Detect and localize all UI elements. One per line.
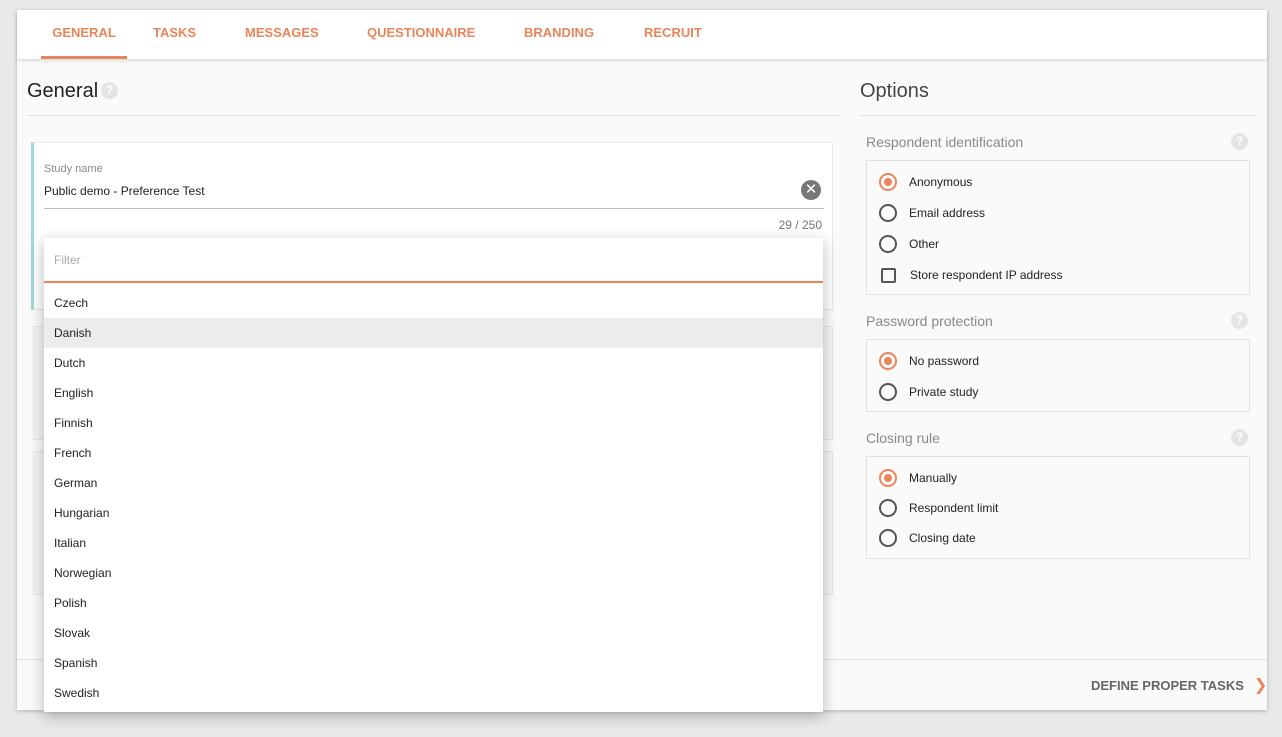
radio-unselected-icon (879, 383, 897, 401)
language-option[interactable]: Danish (44, 318, 823, 348)
radio-selected-icon (879, 352, 897, 370)
radio-private-study[interactable]: Private study (879, 382, 978, 402)
next-button-label: DEFINE PROPER TASKS (1091, 677, 1244, 693)
radio-closing-date[interactable]: Closing date (879, 528, 976, 548)
radio-selected-icon (879, 173, 897, 191)
radio-email-address[interactable]: Email address (879, 203, 985, 223)
radio-no-password[interactable]: No password (879, 351, 979, 371)
language-option[interactable]: Norwegian (44, 558, 823, 588)
radio-label: Other (909, 237, 940, 251)
language-option[interactable]: French (44, 438, 823, 468)
checkbox-label: Store respondent IP address (910, 268, 1063, 282)
study-name-counter: 29 / 250 (778, 218, 822, 232)
radio-respondent-limit[interactable]: Respondent limit (879, 498, 998, 518)
language-option[interactable]: Slovak (44, 618, 823, 648)
chevron-right-icon: ❯ (1253, 677, 1268, 694)
closing-rule-group: Manually Respondent limit Closing date (866, 456, 1250, 559)
language-option[interactable]: Italian (44, 528, 823, 558)
options-divider (860, 115, 1256, 116)
store-ip-checkbox[interactable]: Store respondent IP address (879, 265, 1063, 285)
password-protection-label: Password protection (866, 313, 993, 329)
radio-unselected-icon (879, 499, 897, 517)
tab-recruit[interactable]: RECRUIT (644, 10, 702, 59)
study-name-underline (44, 208, 824, 209)
language-option[interactable]: English (44, 378, 823, 408)
tab-branding[interactable]: BRANDING (524, 10, 594, 59)
radio-label: Private study (909, 385, 979, 399)
checkbox-unchecked-icon (881, 267, 896, 283)
help-icon[interactable]: ? (1231, 312, 1248, 329)
language-option[interactable]: Swedish (44, 678, 823, 708)
closing-rule-label: Closing rule (866, 430, 940, 446)
respondent-identification-group: Anonymous Email address Other Store resp… (866, 160, 1250, 295)
close-circle-icon[interactable]: ✕ (801, 180, 821, 200)
tab-messages[interactable]: MESSAGES (245, 10, 319, 59)
radio-anonymous[interactable]: Anonymous (879, 172, 972, 192)
respondent-identification-label: Respondent identification (866, 134, 1024, 150)
radio-other[interactable]: Other (879, 234, 939, 254)
tab-tasks[interactable]: TASKS (153, 10, 196, 59)
radio-selected-icon (879, 469, 897, 487)
define-proper-tasks-button[interactable]: DEFINE PROPER TASKS ❯ (1091, 674, 1267, 696)
radio-label: No password (909, 354, 980, 368)
tab-questionnaire[interactable]: QUESTIONNAIRE (367, 10, 475, 59)
radio-unselected-icon (879, 235, 897, 253)
radio-unselected-icon (879, 204, 897, 222)
language-option[interactable]: Dutch (44, 348, 823, 378)
password-protection-group: No password Private study (866, 339, 1250, 412)
general-divider (27, 115, 839, 116)
help-icon[interactable]: ? (1231, 133, 1248, 150)
language-option[interactable]: Hungarian (44, 498, 823, 528)
radio-label: Respondent limit (909, 501, 999, 515)
tab-general[interactable]: GENERAL (41, 10, 127, 59)
language-option[interactable]: German (44, 468, 823, 498)
radio-manually[interactable]: Manually (879, 468, 957, 488)
radio-label: Closing date (909, 531, 976, 545)
study-settings-card: GENERAL TASKS MESSAGES QUESTIONNAIRE BRA… (17, 10, 1267, 712)
tab-bar: GENERAL TASKS MESSAGES QUESTIONNAIRE BRA… (17, 10, 1267, 59)
language-option[interactable]: Czech (44, 288, 823, 318)
radio-unselected-icon (879, 529, 897, 547)
language-option[interactable]: Finnish (44, 408, 823, 438)
study-name-label: Study name (44, 163, 103, 175)
radio-label: Email address (909, 206, 986, 220)
help-icon[interactable]: ? (1231, 429, 1248, 446)
radio-label: Manually (909, 471, 958, 485)
language-list: Czech Danish Dutch English Finnish Frenc… (44, 288, 823, 708)
general-title: General (27, 80, 99, 102)
filter-input[interactable] (44, 238, 823, 283)
radio-label: Anonymous (909, 175, 973, 189)
language-option[interactable]: Spanish (44, 648, 823, 678)
language-option[interactable]: Polish (44, 588, 823, 618)
options-title: Options (860, 80, 929, 102)
help-icon[interactable]: ? (101, 82, 118, 99)
language-dropdown: Czech Danish Dutch English Finnish Frenc… (44, 238, 823, 712)
study-name-input[interactable]: Public demo - Preference Test (44, 184, 205, 198)
